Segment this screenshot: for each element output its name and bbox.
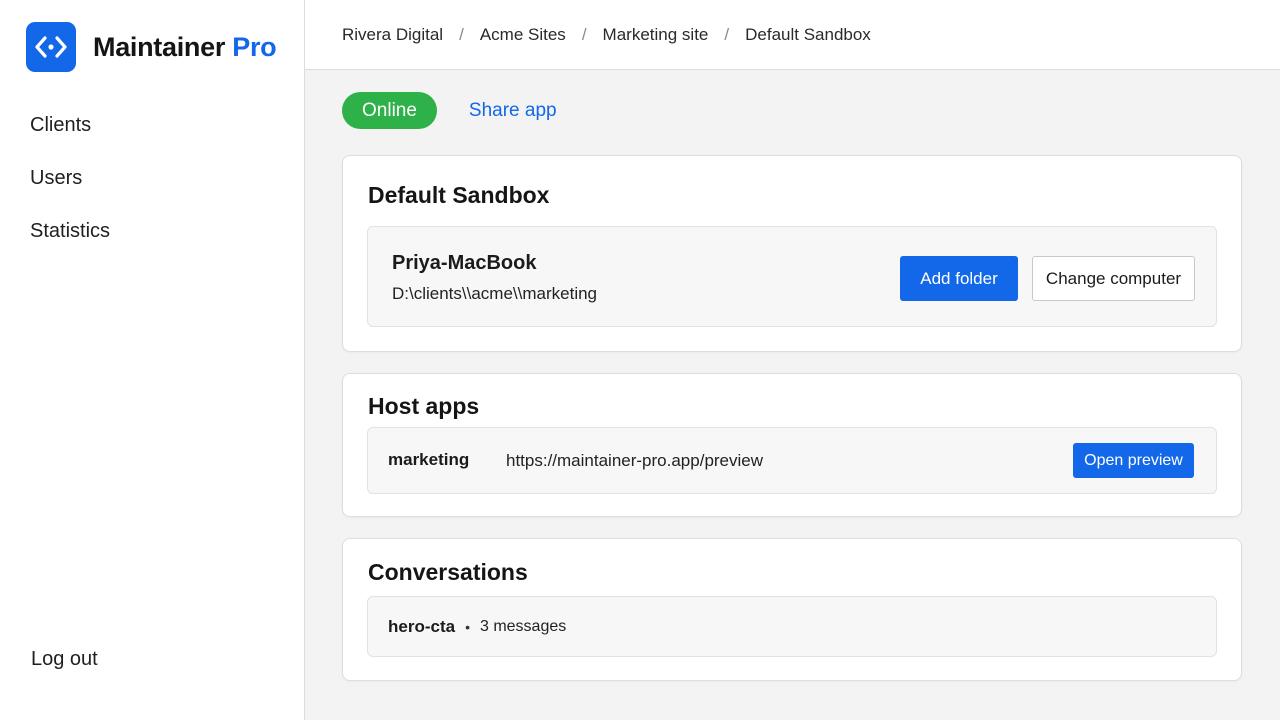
computer-name: Priya-MacBook xyxy=(392,252,537,274)
conversation-row[interactable]: hero-cta • 3 messages xyxy=(367,596,1217,657)
app-root: Maintainer Pro Clients Users Statistics … xyxy=(0,0,1280,720)
sidebar-nav: Clients Users Statistics xyxy=(30,112,110,271)
open-preview-button[interactable]: Open preview xyxy=(1073,443,1194,478)
code-brackets-icon xyxy=(26,22,76,72)
sidebar-item-users[interactable]: Users xyxy=(30,165,110,218)
sidebar-item-clients[interactable]: Clients xyxy=(30,112,110,165)
host-app-url: https://maintainer-pro.app/preview xyxy=(506,451,764,470)
computer-panel: Priya-MacBook D:\clients\\acme\\marketin… xyxy=(367,226,1217,327)
computer-path: D:\clients\\acme\\marketing xyxy=(392,284,598,303)
breadcrumb: Rivera Digital / Acme Sites / Marketing … xyxy=(305,0,1280,70)
status-row: Online Share app xyxy=(342,92,557,129)
breadcrumb-item-site[interactable]: Marketing site xyxy=(603,25,709,45)
sidebar: Maintainer Pro Clients Users Statistics … xyxy=(0,0,305,720)
sandbox-card: Default Sandbox Priya-MacBook D:\clients… xyxy=(342,155,1242,352)
breadcrumb-separator: / xyxy=(459,24,464,44)
change-computer-button[interactable]: Change computer xyxy=(1032,256,1195,301)
brand[interactable]: Maintainer Pro xyxy=(26,22,277,72)
breadcrumb-item-current: Default Sandbox xyxy=(745,24,871,44)
conversations-title: Conversations xyxy=(368,559,528,585)
conversation-message-count: 3 messages xyxy=(479,618,567,635)
conversation-separator: • xyxy=(465,619,470,635)
logout-link[interactable]: Log out xyxy=(31,648,98,671)
host-apps-title: Host apps xyxy=(368,393,480,419)
breadcrumb-item-org[interactable]: Rivera Digital xyxy=(342,25,443,45)
sidebar-item-statistics[interactable]: Statistics xyxy=(30,218,110,271)
breadcrumb-separator: / xyxy=(724,24,730,44)
breadcrumb-item-client[interactable]: Acme Sites xyxy=(480,25,566,45)
breadcrumb-separator: / xyxy=(581,24,587,44)
host-apps-card: Host apps marketing https://maintainer-p… xyxy=(342,373,1242,517)
conversations-card: Conversations hero-cta • 3 messages xyxy=(342,538,1242,681)
sandbox-title: Default Sandbox xyxy=(368,182,550,208)
brand-name: Maintainer Pro xyxy=(93,31,277,62)
host-app-row: marketing https://maintainer-pro.app/pre… xyxy=(367,427,1217,494)
main-content: Rivera Digital / Acme Sites / Marketing … xyxy=(305,0,1280,720)
conversation-name: hero-cta xyxy=(388,617,456,636)
brand-accent: Pro xyxy=(232,31,277,62)
conversation-item: hero-cta • 3 messages xyxy=(388,617,566,637)
add-folder-button[interactable]: Add folder xyxy=(900,256,1018,301)
status-badge: Online xyxy=(342,92,437,129)
host-app-name: marketing xyxy=(388,450,470,469)
share-app-link[interactable]: Share app xyxy=(469,100,557,122)
